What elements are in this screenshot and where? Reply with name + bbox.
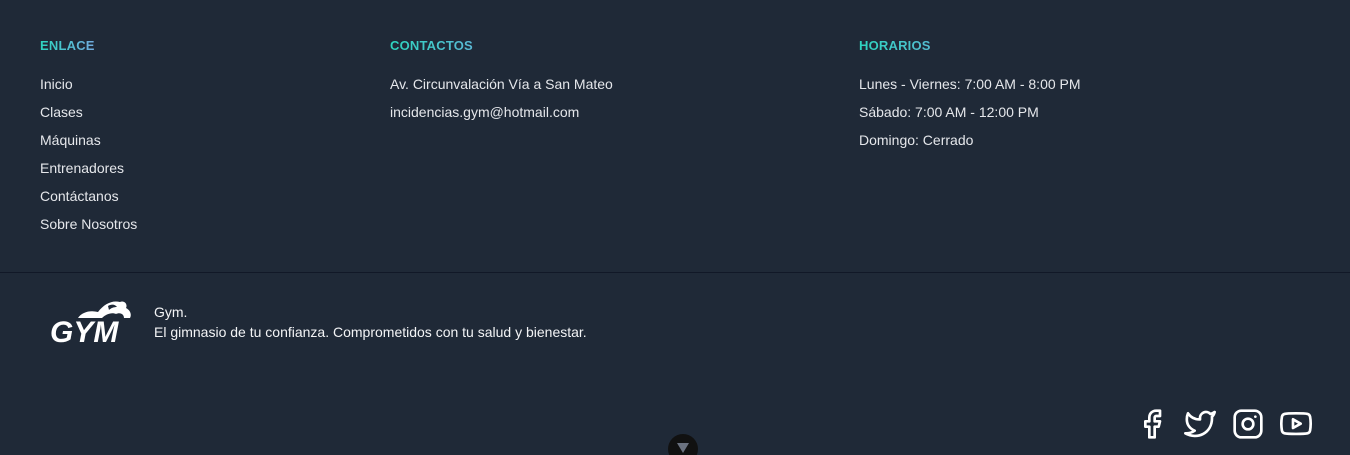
schedule-column-title: HORARIOS xyxy=(859,38,1081,54)
maquinas-link[interactable]: Máquinas xyxy=(40,132,101,148)
youtube-icon xyxy=(1279,412,1313,436)
link-item-contactanos: Contáctanos xyxy=(40,182,137,210)
social-links xyxy=(1136,408,1313,440)
inicio-link[interactable]: Inicio xyxy=(40,76,73,92)
link-item-sobre-nosotros: Sobre Nosotros xyxy=(40,210,137,238)
svg-text:GYM: GYM xyxy=(50,316,119,349)
contact-email: incidencias.gym@hotmail.com xyxy=(390,104,580,120)
schedule-column: HORARIOS Lunes - Viernes: 7:00 AM - 8:00… xyxy=(859,38,1081,154)
link-item-clases: Clases xyxy=(40,98,137,126)
contactanos-link[interactable]: Contáctanos xyxy=(40,188,119,204)
contacts-list: Av. Circunvalación Vía a San Mateo incid… xyxy=(390,70,613,126)
footer-divider xyxy=(0,272,1350,273)
facebook-icon xyxy=(1144,409,1162,439)
chevron-down-icon xyxy=(677,443,689,453)
gym-logo: GYM xyxy=(50,301,131,349)
twitter-link[interactable] xyxy=(1184,408,1216,440)
instagram-icon xyxy=(1233,409,1263,439)
schedule-sunday: Domingo: Cerrado xyxy=(859,132,974,148)
contacts-column-title: CONTACTOS xyxy=(390,38,613,54)
schedule-weekdays: Lunes - Viernes: 7:00 AM - 8:00 PM xyxy=(859,76,1081,92)
brand-text: Gym. El gimnasio de tu confianza. Compro… xyxy=(154,302,587,342)
link-item-entrenadores: Entrenadores xyxy=(40,154,137,182)
brand-tagline: El gimnasio de tu confianza. Comprometid… xyxy=(154,324,587,340)
scroll-toggle-button[interactable] xyxy=(668,434,698,455)
facebook-link[interactable] xyxy=(1136,408,1168,440)
youtube-link[interactable] xyxy=(1279,408,1313,440)
brand-name: Gym. xyxy=(154,304,188,320)
entrenadores-link[interactable]: Entrenadores xyxy=(40,160,124,176)
site-footer: ENLACE Inicio Clases Máquinas Entrenador… xyxy=(0,0,1350,455)
link-item-maquinas: Máquinas xyxy=(40,126,137,154)
links-column: ENLACE Inicio Clases Máquinas Entrenador… xyxy=(40,38,137,238)
sobre-nosotros-link[interactable]: Sobre Nosotros xyxy=(40,216,137,232)
schedule-list: Lunes - Viernes: 7:00 AM - 8:00 PM Sábad… xyxy=(859,70,1081,154)
instagram-link[interactable] xyxy=(1232,408,1264,440)
links-column-title: ENLACE xyxy=(40,38,137,54)
brand-block: GYM Gym. El gimnasio de tu confianza. Co… xyxy=(48,294,587,350)
schedule-saturday: Sábado: 7:00 AM - 12:00 PM xyxy=(859,104,1039,120)
twitter-icon xyxy=(1184,410,1216,438)
links-list: Inicio Clases Máquinas Entrenadores Cont… xyxy=(40,70,137,238)
contact-address: Av. Circunvalación Vía a San Mateo xyxy=(390,76,613,92)
clases-link[interactable]: Clases xyxy=(40,104,83,120)
contacts-column: CONTACTOS Av. Circunvalación Vía a San M… xyxy=(390,38,613,126)
link-item-inicio: Inicio xyxy=(40,70,137,98)
